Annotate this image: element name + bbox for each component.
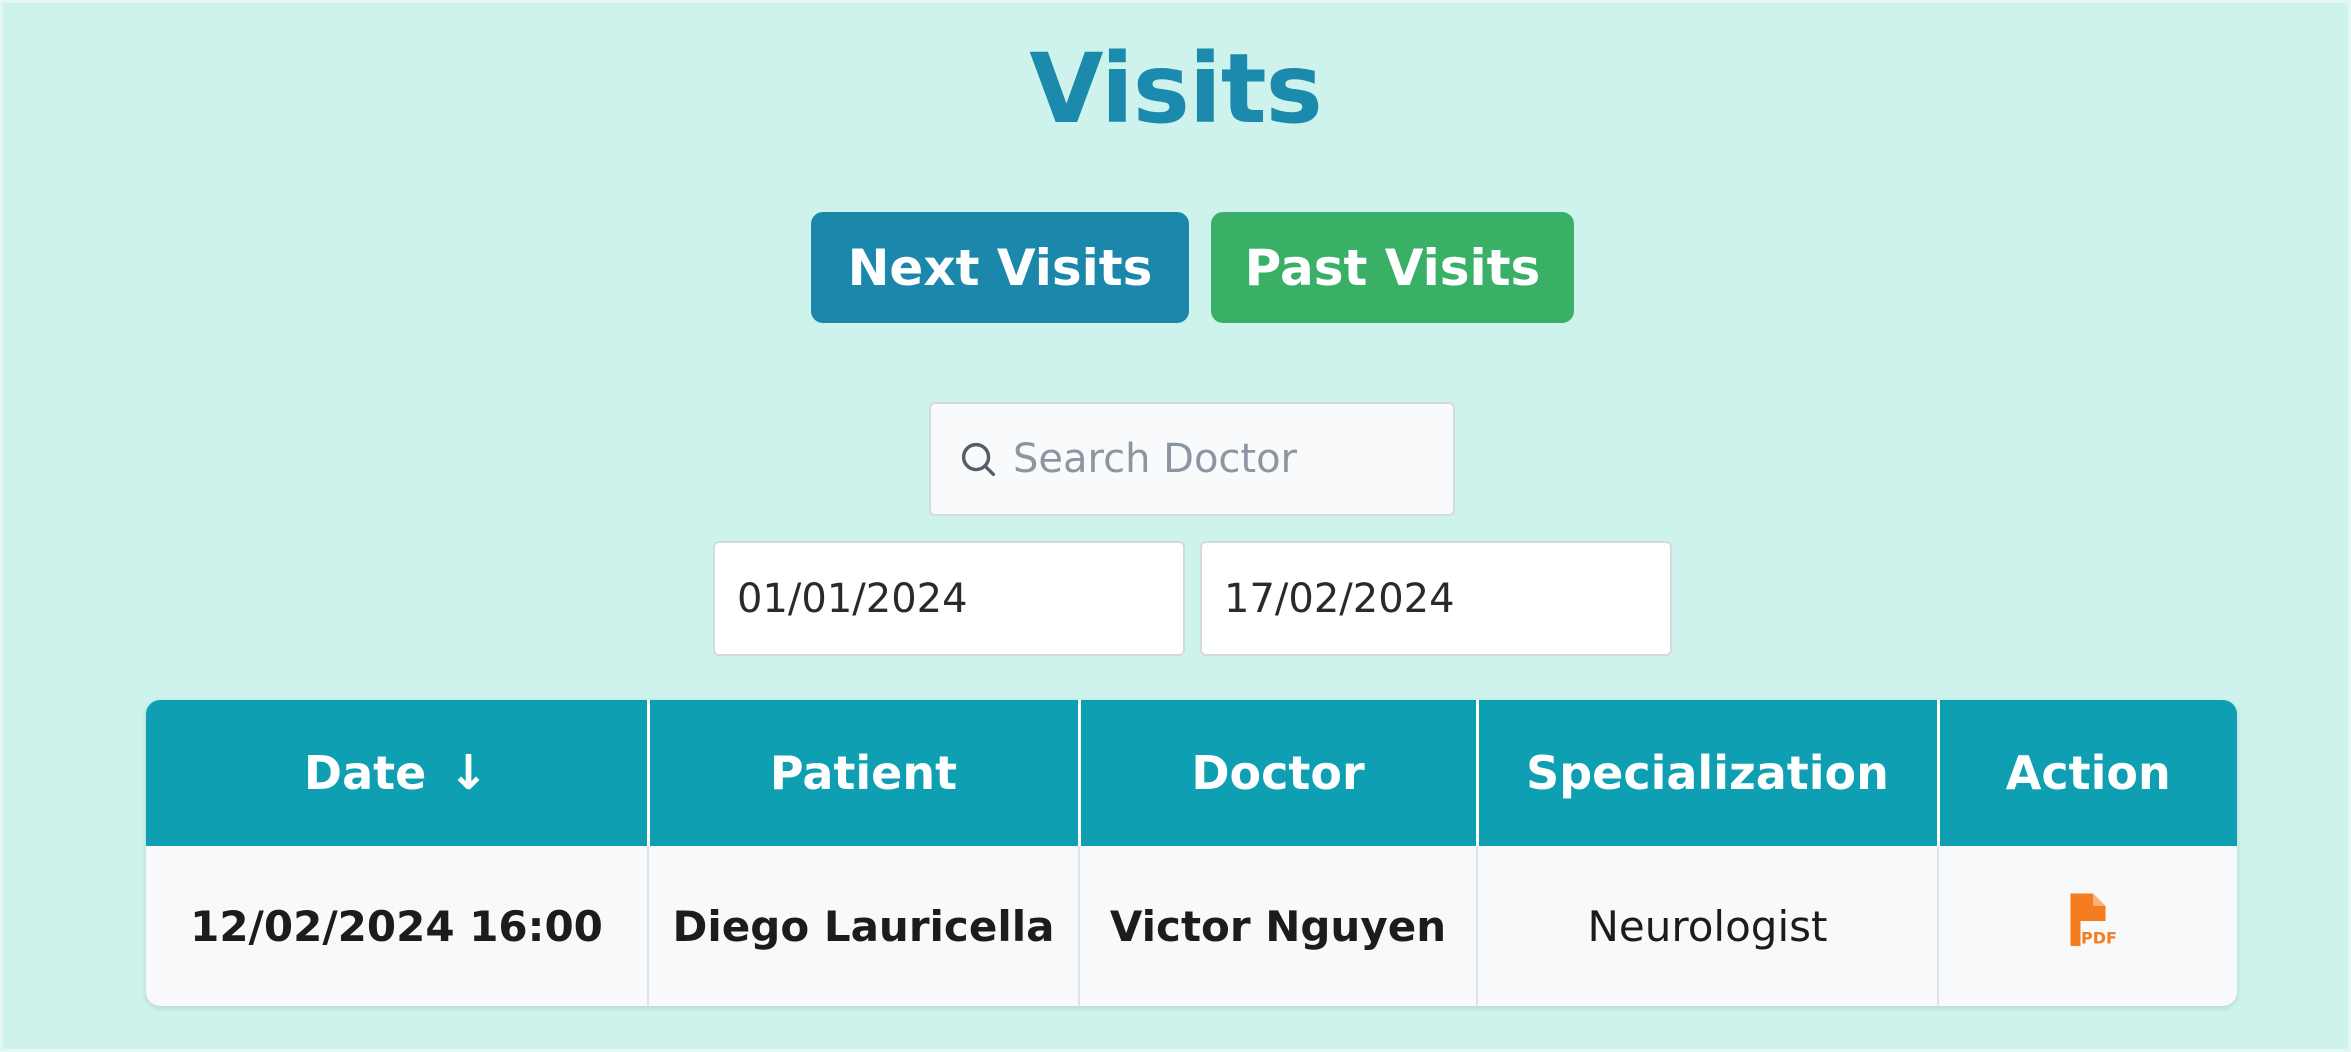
next-visits-button[interactable]: Next Visits xyxy=(811,212,1189,323)
cell-specialization: Neurologist xyxy=(1477,846,1939,1006)
column-header-action: Action xyxy=(2005,746,2171,800)
column-header-label: Date xyxy=(303,746,427,800)
cell-date: 12/02/2024 16:00 xyxy=(146,846,649,1006)
page-title: Visits xyxy=(1029,33,1323,145)
svg-text:PDF: PDF xyxy=(2081,929,2117,948)
search-icon xyxy=(961,442,996,477)
cell-action: PDF xyxy=(1938,846,2237,1006)
date-to-input[interactable] xyxy=(1200,541,1672,656)
arrow-down-icon[interactable]: ↓ xyxy=(448,745,488,801)
column-header-date[interactable]: Date ↓ xyxy=(146,700,650,846)
column-header-doctor: Doctor xyxy=(1079,700,1479,846)
date-from-input[interactable] xyxy=(713,541,1185,656)
column-header-patient: Patient xyxy=(648,700,1081,846)
table-row: 12/02/2024 16:00 Diego Lauricella Victor… xyxy=(146,846,2237,1006)
visits-table: Date ↓ Patient Doctor Specialization Acti… xyxy=(146,700,2237,1006)
pdf-icon[interactable]: PDF xyxy=(2058,891,2118,951)
past-visits-button[interactable]: Past Visits xyxy=(1211,212,1574,323)
table-header-row: Date ↓ Patient Doctor Specialization Acti… xyxy=(146,700,2237,846)
cell-doctor: Victor Nguyen xyxy=(1079,846,1478,1006)
search-doctor-input[interactable] xyxy=(1013,404,1433,514)
column-header-specialization: Specialization xyxy=(1477,700,1940,846)
search-box[interactable] xyxy=(929,402,1455,516)
cell-patient: Diego Lauricella xyxy=(648,846,1080,1006)
